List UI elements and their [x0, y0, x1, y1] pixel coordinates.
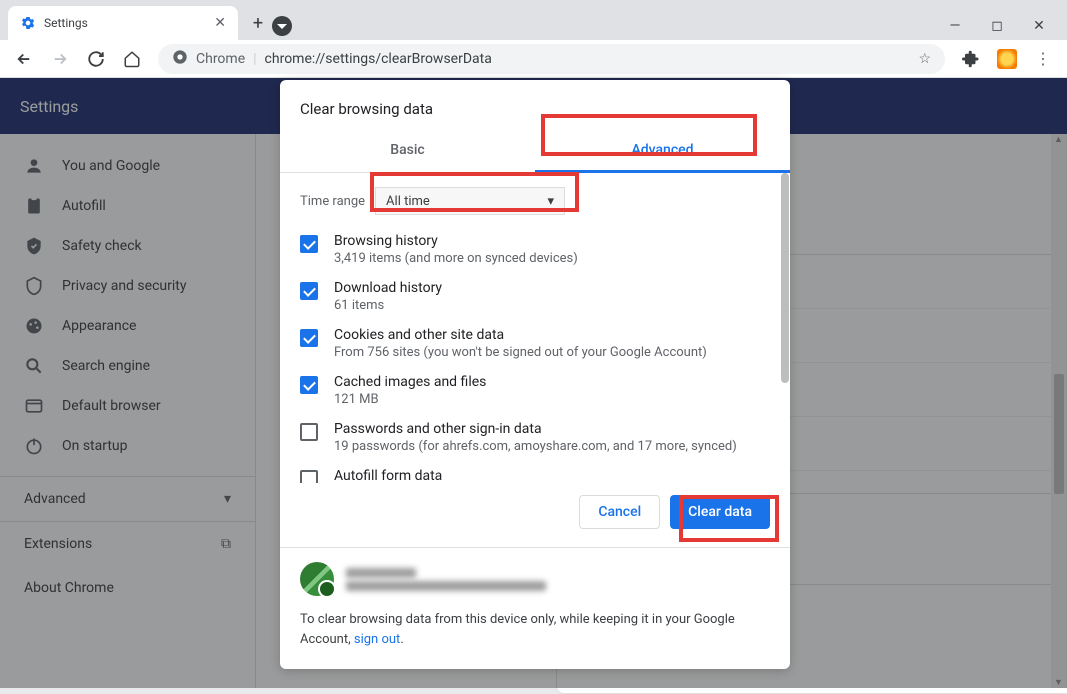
close-window-button[interactable]: ✕	[1027, 18, 1051, 34]
browser-toolbar: Chrome | chrome://settings/clearBrowserD…	[0, 40, 1067, 78]
extensions-button[interactable]	[955, 43, 987, 75]
sign-out-link[interactable]: sign out	[354, 632, 400, 647]
data-type-row: Download history 61 items	[300, 280, 770, 313]
item-title: Passwords and other sign-in data	[334, 421, 737, 437]
extension-icon[interactable]	[991, 43, 1023, 75]
dialog-scrollbar[interactable]	[780, 173, 790, 483]
item-subtitle: 3,419 items (and more on synced devices)	[334, 251, 578, 266]
account-text-blurred	[346, 565, 546, 594]
dialog-tabs: Basic Advanced	[280, 130, 790, 173]
chevron-down-icon: ▾	[548, 194, 555, 209]
clear-browsing-data-dialog: Clear browsing data Basic Advanced Time …	[280, 80, 790, 669]
new-tab-button[interactable]: +	[244, 9, 272, 37]
data-type-row: Browsing history 3,419 items (and more on…	[300, 233, 770, 266]
item-title: Browsing history	[334, 233, 578, 249]
reload-button[interactable]	[80, 43, 112, 75]
omnibox-url: chrome://settings/clearBrowserData	[265, 51, 492, 67]
forward-button[interactable]	[44, 43, 76, 75]
chrome-icon	[172, 49, 188, 69]
time-range-value: All time	[386, 194, 430, 209]
tab-title: Settings	[44, 16, 88, 30]
clear-data-button[interactable]: Clear data	[670, 495, 770, 529]
window-titlebar: Settings ✕ + — ◻ ✕	[0, 0, 1067, 40]
item-subtitle: From 756 sites (you won't be signed out …	[334, 345, 707, 360]
item-title: Cookies and other site data	[334, 327, 707, 343]
item-subtitle: 121 MB	[334, 392, 486, 407]
close-icon[interactable]: ✕	[214, 15, 226, 31]
account-info	[280, 548, 790, 610]
checkbox[interactable]	[300, 423, 318, 441]
checkbox[interactable]	[300, 282, 318, 300]
dialog-title: Clear browsing data	[280, 80, 790, 130]
item-title: Cached images and files	[334, 374, 486, 390]
item-title: Autofill form data	[334, 468, 442, 483]
data-type-row: Cookies and other site data From 756 site…	[300, 327, 770, 360]
home-button[interactable]	[116, 43, 148, 75]
menu-button[interactable]: ⋮	[1027, 43, 1059, 75]
checkbox[interactable]	[300, 470, 318, 483]
dialog-footer-text: To clear browsing data from this device …	[280, 610, 790, 649]
item-title: Download history	[334, 280, 442, 296]
bookmark-icon[interactable]: ☆	[918, 51, 931, 67]
data-type-row: Passwords and other sign-in data 19 passw…	[300, 421, 770, 454]
omnibox-scheme: Chrome	[196, 51, 245, 67]
back-button[interactable]	[8, 43, 40, 75]
gear-icon	[20, 15, 36, 31]
checkbox[interactable]	[300, 235, 318, 253]
tab-advanced[interactable]: Advanced	[535, 130, 790, 173]
item-subtitle: 19 passwords (for ahrefs.com, amoyshare.…	[334, 439, 737, 454]
cancel-button[interactable]: Cancel	[579, 495, 660, 529]
tab-basic[interactable]: Basic	[280, 130, 535, 172]
item-subtitle: 61 items	[334, 298, 442, 313]
browser-tab[interactable]: Settings ✕	[8, 6, 238, 40]
window-controls: — ◻ ✕	[943, 18, 1067, 40]
checkbox[interactable]	[300, 376, 318, 394]
data-type-row: Autofill form data	[300, 468, 770, 483]
profile-button[interactable]	[272, 16, 292, 36]
address-bar[interactable]: Chrome | chrome://settings/clearBrowserD…	[158, 44, 945, 74]
time-range-select[interactable]: All time ▾	[375, 187, 565, 215]
time-range-label: Time range	[300, 194, 365, 209]
maximize-button[interactable]: ◻	[985, 18, 1009, 34]
avatar	[300, 562, 334, 596]
data-type-row: Cached images and files 121 MB	[300, 374, 770, 407]
checkbox[interactable]	[300, 329, 318, 347]
minimize-button[interactable]: —	[943, 18, 967, 34]
